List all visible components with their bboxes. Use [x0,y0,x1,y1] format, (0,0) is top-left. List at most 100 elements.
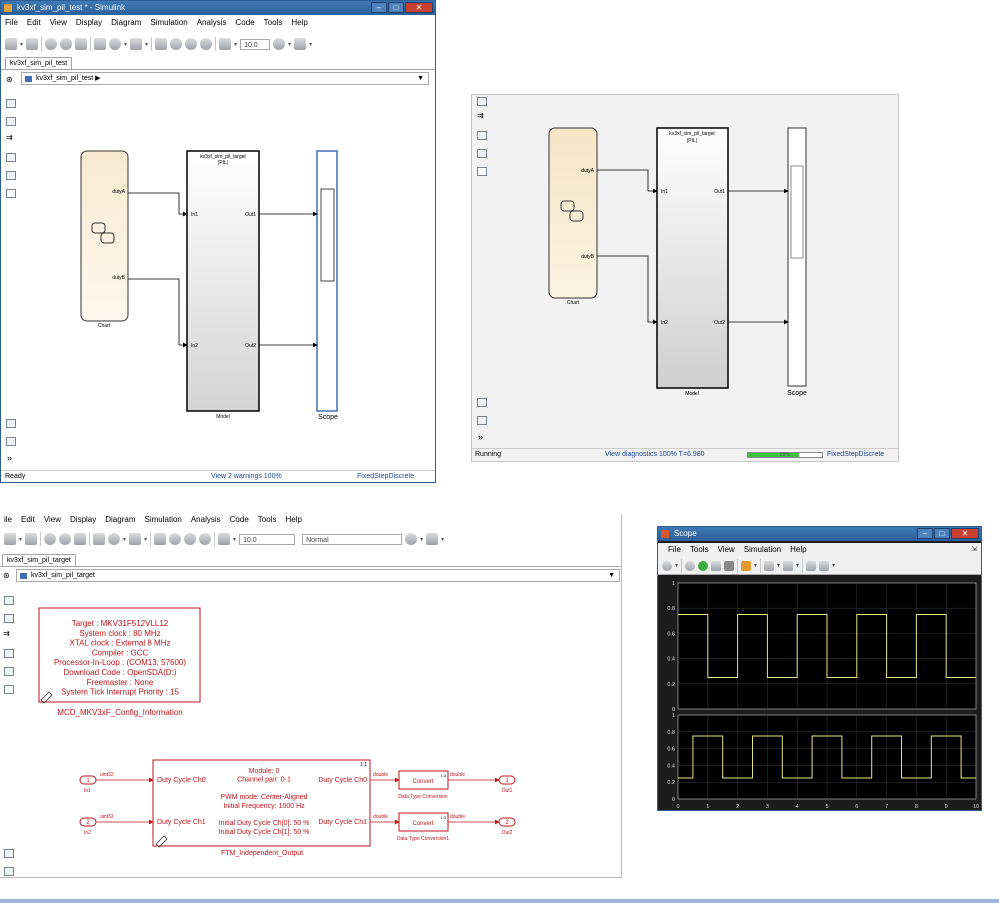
x-tick-label: 8 [915,804,918,810]
taskbar [0,899,999,903]
maximize-button[interactable]: □ [934,528,950,539]
chart-port-dutyB: dutyB [581,254,594,260]
model-block[interactable] [656,127,729,389]
status-running: Running [475,451,502,458]
zoom-in-icon[interactable] [764,560,775,571]
y-tick-label: 0.2 [667,780,675,786]
x-tick-label: 4 [796,804,799,810]
signal-line-dutyA [128,192,188,217]
chart-name: Chart [98,323,111,329]
conv-1-badge: 1:3 [440,773,446,778]
ftm-name: FTM_Independent_Output [221,850,303,857]
status-solver: FixedStepDiscrete [357,473,415,480]
menu-simulation[interactable]: Simulation [744,543,781,557]
ftm-in-ch1: Duty Cycle Ch1 [157,819,206,826]
y-tick-label: 0.2 [667,682,675,688]
model-port-in1: In1 [191,212,198,218]
text-line: Compiler : GCC [92,648,149,657]
y-tick-label: 1 [672,581,675,587]
chart-port-dutyA: dutyA [581,168,594,174]
window-title: Scope [674,529,697,538]
text-line: Processor-In-Loop : (COM13, 57600) [54,658,186,667]
close-button[interactable]: ✕ [951,528,979,539]
text-line: PWM mode: Center-Aligned [220,794,307,801]
progress-bar: 69% [747,452,823,458]
chart-block[interactable] [548,127,598,299]
text-line: Channel pair: 0-1 [237,777,291,784]
text-line: Freemaster : None [87,678,154,687]
status-solver: FixedStepDiscrete [827,451,885,458]
settings-icon[interactable] [662,560,672,571]
scope-name: Scope [787,390,807,397]
model-port-out2: Out2 [714,320,725,326]
y-tick-label: 0.8 [667,730,675,736]
model-port-in1: In1 [661,189,668,195]
scope-window: Scope – □ ✕ File Tools View Simulation Help … [657,526,982,811]
conv-2-out-signal: double [450,814,465,820]
minimize-button[interactable]: – [917,528,933,539]
text-line: Initial Duty Cycle Ch[0]: 50 % [219,820,310,827]
y-tick-label: 0.4 [667,763,675,769]
menu-tools[interactable]: Tools [690,543,709,557]
text-line: XTAL clock : External 8 MHz [70,639,171,648]
conv-1-name: Data Type Conversion [398,794,448,800]
ftm-in-ch0: Duty Cycle Ch0 [157,777,206,784]
inport-1-signal: uint32 [100,772,114,778]
autoscale-icon[interactable] [783,560,794,571]
outport-2-name: Out2 [502,830,513,836]
model-port-out1: Out1 [714,189,725,195]
model-name: Model [685,391,699,397]
status-diagnostics-link[interactable]: View diagnostics 100% T=6.980 [605,449,705,461]
dock-icon[interactable]: ⇲ [971,545,977,553]
scope-plot-area: 10.80.60.40.2010.80.60.40.200 1 2 3 4 5 6 7 8 9 10 [667,581,979,810]
style-icon[interactable] [819,560,830,571]
text-line: Module: 0 [249,768,280,775]
conv-1-out-signal: double [450,772,465,778]
model-title: kv3xf_sim_pil_target [669,131,715,137]
status-warnings-link[interactable]: View 2 warnings 100% [211,471,282,482]
x-tick-label: 5 [825,804,828,810]
status-ready: Ready [5,473,26,480]
chart-block[interactable] [80,150,129,322]
menu-view[interactable]: View [718,543,735,557]
simulink-window-running: ⇉ » dutyA dutyB Chart kv3xf_sim_pil_targ… [471,94,899,462]
signal-line-dutyB [597,255,658,325]
conv-2-in-signal: double [373,814,388,820]
inport-2-name: In2 [84,830,91,836]
y-tick-label: 0.4 [667,657,675,663]
title-bar: Scope – □ ✕ [658,527,981,541]
status-bar: Ready View 2 warnings 100% FixedStepDisc… [1,470,435,482]
x-tick-label: 2 [736,804,739,810]
x-tick-label: 1 [706,804,709,810]
menu-help[interactable]: Help [790,543,806,557]
model-port-out2: Out2 [245,343,256,349]
highlight-icon[interactable] [741,560,752,571]
matlab-app-icon [661,530,669,538]
run-icon[interactable] [698,560,709,571]
conv-1-in-signal: double [373,772,388,778]
conv-2-name: Data Type Conversion1 [397,836,449,842]
model-port-in2: In2 [191,343,198,349]
progress-label: 69% [780,452,791,458]
model-block[interactable] [186,150,260,412]
model-mode: (PIL) [218,160,229,166]
text-line: Target : MKV31F512VLL12 [72,619,169,628]
diagram-canvas: Target : MKV31F512VLL12System clock : 80… [38,607,516,857]
model-name: Model [216,414,230,420]
chart-port-dutyB: dutyB [112,275,125,281]
y-tick-label: 0 [672,797,675,803]
x-tick-label: 7 [885,804,888,810]
ftm-out-ch1: Duty Cycle Ch1 [318,819,367,826]
signal-line-dutyA [597,169,658,194]
stop-icon[interactable] [724,560,735,571]
menu-file[interactable]: File [668,543,681,557]
step-back-icon[interactable] [685,560,696,571]
diagram-canvas: dutyA dutyB Chart kv3xf_sim_pil_target (… [80,150,338,421]
signal-line-dutyB [128,278,188,348]
menu-bar: File Tools View Simulation Help [658,543,981,557]
cursor-measure-icon[interactable] [806,560,817,571]
text-line: System Tick Interrupt Priority : 15 [61,688,179,697]
step-forward-icon[interactable] [711,560,722,571]
x-tick-label: 10 [973,804,979,810]
x-tick-label: 6 [855,804,858,810]
